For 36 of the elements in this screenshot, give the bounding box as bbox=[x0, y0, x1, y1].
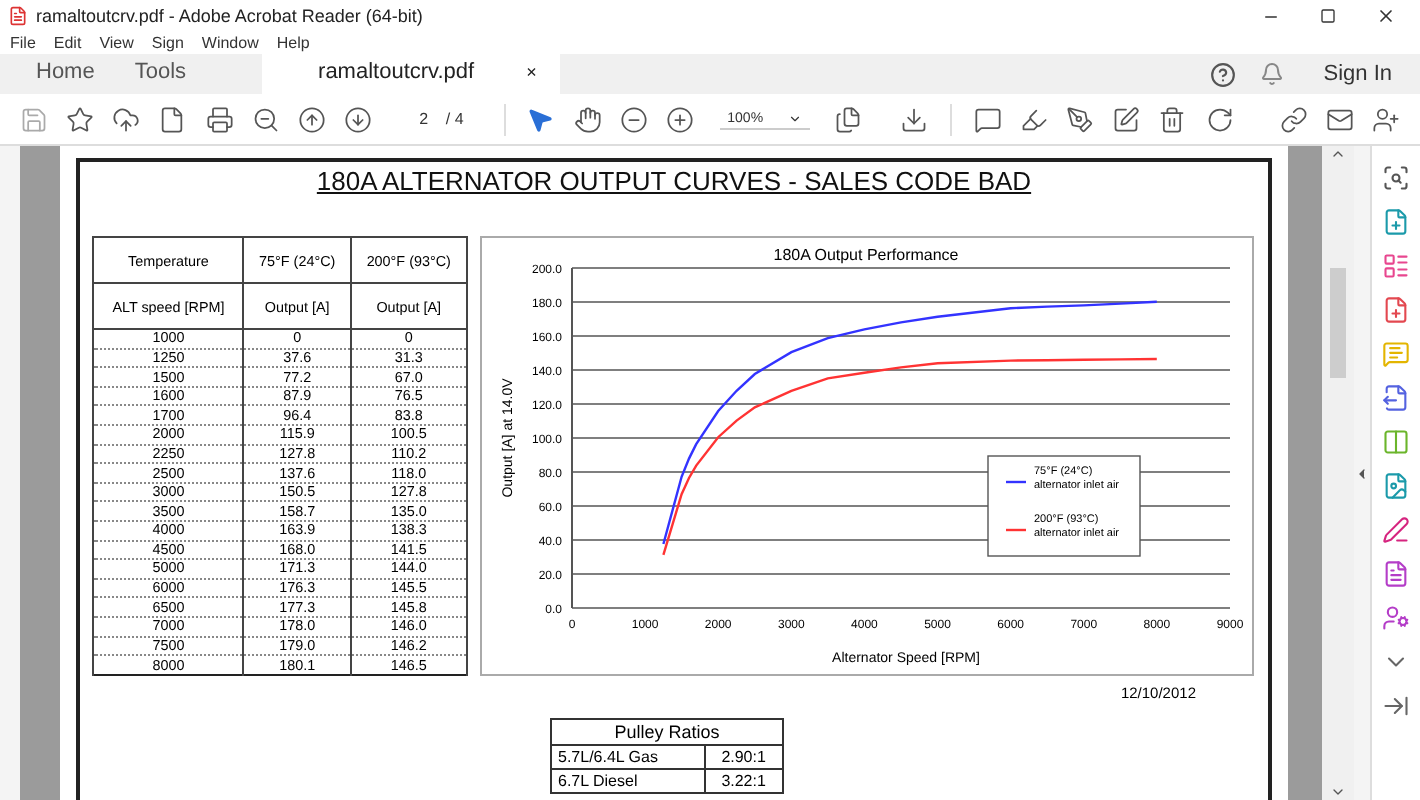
scrollbar-thumb[interactable] bbox=[1330, 268, 1346, 378]
maximize-icon[interactable] bbox=[1320, 8, 1336, 24]
table-cell: 5.7L/6.4L Gas bbox=[551, 745, 705, 769]
window-title: ramaltoutcrv.pdf - Adobe Acrobat Reader (64-bit) bbox=[36, 6, 425, 26]
scroll-up-icon[interactable] bbox=[1330, 146, 1346, 162]
create-pdf-icon[interactable] bbox=[1382, 296, 1410, 324]
bell-icon[interactable] bbox=[1259, 62, 1284, 86]
pdf-file-icon bbox=[8, 6, 28, 26]
organize-icon[interactable] bbox=[1382, 252, 1410, 280]
export-pdf-icon[interactable] bbox=[1382, 208, 1410, 236]
page-total: / 4 bbox=[445, 110, 464, 128]
search-icon[interactable] bbox=[1382, 164, 1410, 192]
table-cell: 3.22:1 bbox=[704, 769, 783, 793]
scroll-down-icon[interactable] bbox=[1330, 784, 1346, 800]
caret-icon bbox=[787, 111, 802, 125]
menu-item[interactable]: Edit bbox=[53, 34, 82, 52]
menu-item[interactable]: File bbox=[10, 34, 36, 52]
menu-item[interactable]: Sign bbox=[151, 34, 184, 52]
menu-item[interactable]: Help bbox=[276, 34, 310, 52]
panel-toggle-icon[interactable] bbox=[1354, 465, 1370, 481]
close-tab-button[interactable]: × bbox=[526, 62, 537, 82]
collapse-panel-icon[interactable] bbox=[1382, 692, 1410, 720]
table-cell: 6.7L Diesel bbox=[551, 769, 705, 793]
document-tab[interactable]: ramaltoutcrv.pdf × bbox=[262, 54, 561, 94]
table-cell: 2.90:1 bbox=[704, 745, 783, 769]
pages-icon[interactable] bbox=[1382, 428, 1410, 456]
table-header: Pulley Ratios bbox=[551, 719, 783, 745]
menu-item[interactable]: View bbox=[99, 34, 134, 52]
close-icon[interactable] bbox=[1376, 6, 1396, 26]
help-icon[interactable] bbox=[1209, 61, 1236, 87]
chart-title: 180A Output Performance bbox=[773, 246, 959, 264]
fill-sign-icon[interactable] bbox=[1382, 516, 1410, 544]
sign-in-button[interactable]: Sign In bbox=[1307, 62, 1392, 86]
combine-icon[interactable] bbox=[1382, 384, 1410, 412]
menu-item[interactable]: Window bbox=[201, 34, 259, 52]
document-title: 180A ALTERNATOR OUTPUT CURVES - SALES CODE BAD bbox=[314, 166, 1034, 196]
